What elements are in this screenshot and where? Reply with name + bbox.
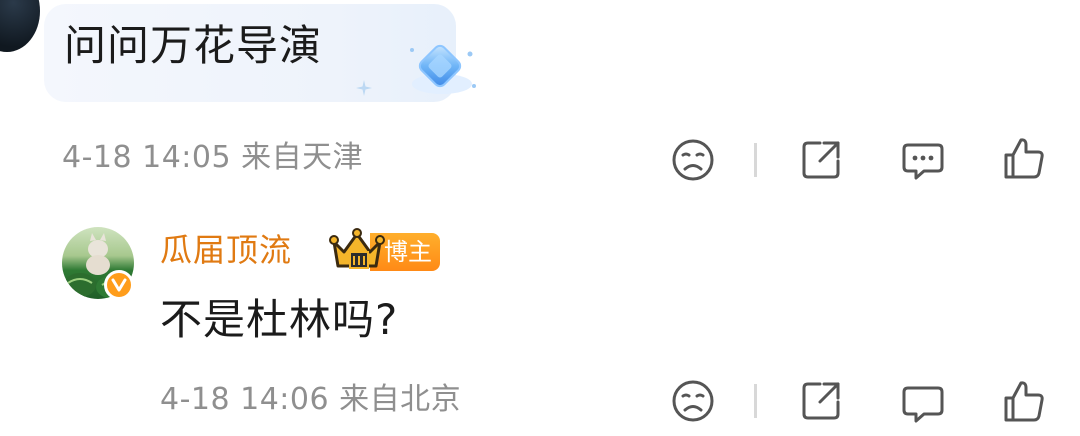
comment-text: 不是杜林吗? [160,295,399,344]
like-icon[interactable] [1000,378,1046,424]
diamond-gem-icon [410,44,476,94]
comment-meta: 4-18 14:05 来自天津 [62,140,363,176]
crown-icon [329,228,385,269]
comment-location: 来自北京 [339,382,462,417]
comment-time: 4-18 14:06 [160,382,330,417]
comment-icon[interactable] [900,137,946,183]
comment-location: 来自天津 [241,140,364,175]
comment-icon[interactable] [900,380,946,426]
share-icon[interactable] [798,137,844,183]
verified-badge [104,270,134,300]
comment-time: 4-18 14:05 [62,140,232,175]
username[interactable]: 瓜届顶流 [160,228,292,272]
dislike-icon[interactable] [670,137,716,183]
avatar[interactable] [0,0,40,52]
sparkle-icon [356,80,372,96]
dislike-icon[interactable] [670,378,716,424]
like-icon[interactable] [1000,135,1046,181]
comment-meta: 4-18 14:06 来自北京 [160,382,461,418]
share-icon[interactable] [798,378,844,424]
verified-v-icon [111,278,127,292]
action-divider [754,143,757,177]
action-divider [754,384,757,418]
comment-text: 问问万花导演 [64,21,323,70]
